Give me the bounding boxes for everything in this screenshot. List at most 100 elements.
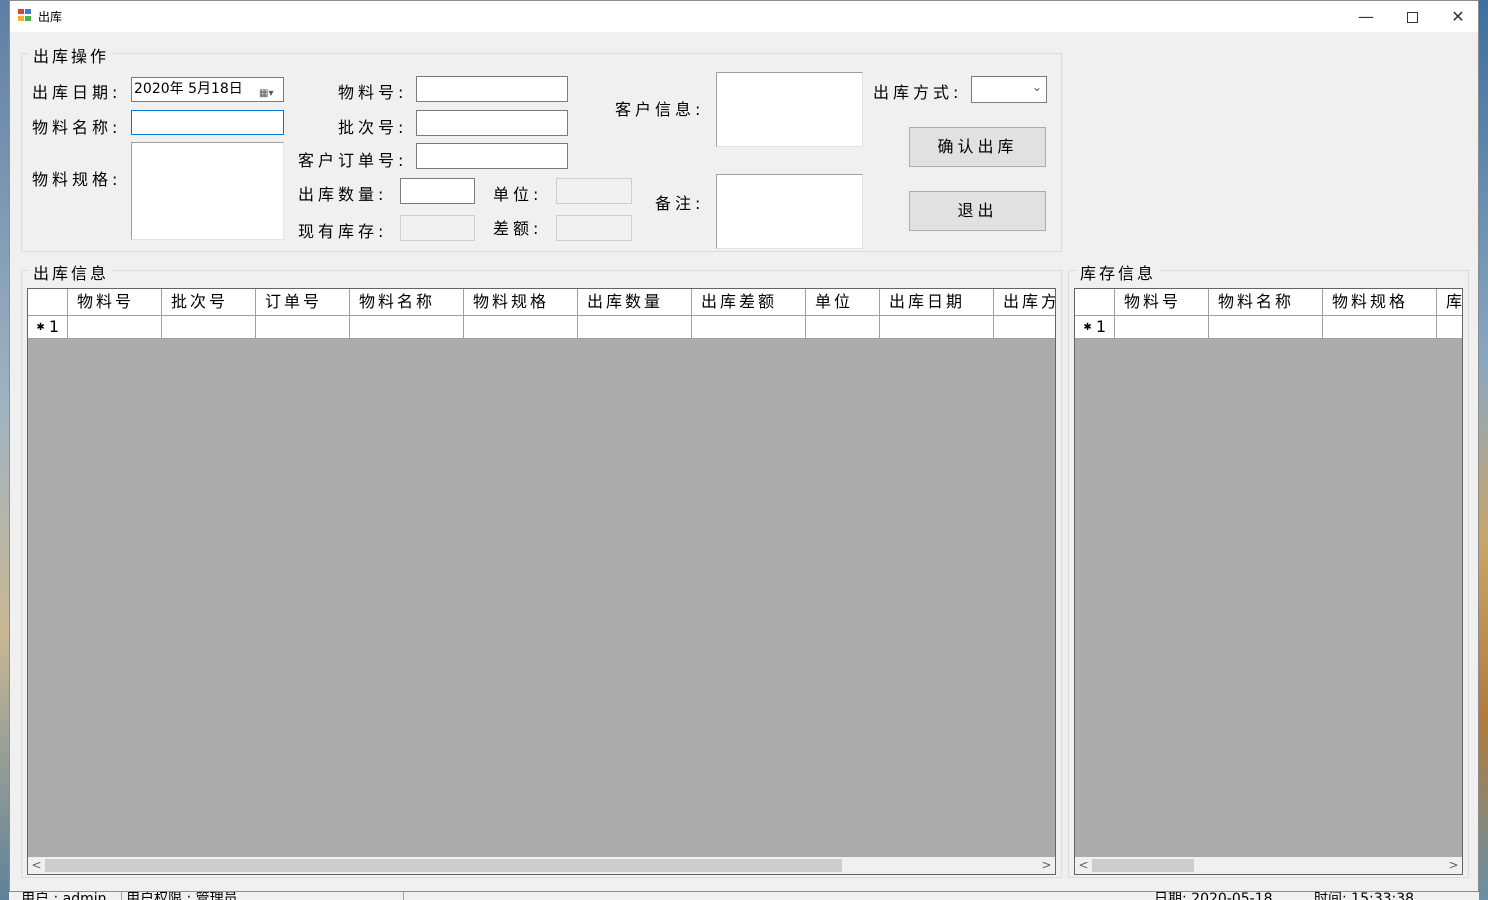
scrollbar-thumb[interactable] — [45, 859, 842, 872]
table-cell[interactable] — [880, 316, 994, 339]
column-header[interactable]: 物料规格 — [464, 289, 578, 316]
table-cell[interactable] — [578, 316, 692, 339]
close-icon: ✕ — [1451, 7, 1465, 26]
batch-no-label: 批次号: — [338, 118, 408, 137]
outbound-info-grid[interactable]: 物料号 批次号 订单号 物料名称 物料规格 出库数量 出库差额 单位 出库日期 … — [27, 288, 1056, 875]
column-header[interactable]: 物料号 — [68, 289, 162, 316]
stock-label: 现有库存: — [298, 222, 388, 241]
column-header[interactable]: 库 — [1437, 289, 1462, 316]
material-no-input[interactable] — [416, 76, 568, 102]
table-cell[interactable] — [1437, 316, 1462, 339]
table-cell[interactable] — [464, 316, 578, 339]
method-select[interactable]: ⌄ — [971, 76, 1047, 103]
quantity-input[interactable] — [400, 178, 475, 204]
table-cell[interactable] — [1115, 316, 1209, 339]
column-header[interactable]: 物料号 — [1115, 289, 1209, 316]
column-header[interactable]: 批次号 — [162, 289, 256, 316]
column-header[interactable]: 订单号 — [256, 289, 350, 316]
window-title: 出库 — [38, 10, 63, 24]
app-icon — [18, 9, 32, 22]
outbound-operation-title: 出库操作 — [29, 43, 114, 67]
table-cell[interactable] — [692, 316, 806, 339]
stock-input — [400, 215, 475, 241]
new-row[interactable]: ✱ 1 — [28, 316, 1055, 339]
close-button[interactable]: ✕ — [1435, 1, 1481, 32]
table-cell[interactable] — [350, 316, 464, 339]
scroll-right-icon[interactable]: > — [1445, 857, 1462, 874]
column-header[interactable]: 出库差额 — [692, 289, 806, 316]
table-cell[interactable] — [1209, 316, 1323, 339]
new-row-star-icon: ✱ — [1083, 322, 1092, 333]
customer-order-input[interactable] — [416, 143, 568, 169]
date-picker[interactable]: 2020年 5月18日 ▦▾ — [131, 77, 284, 102]
customer-info-label: 客户信息: — [615, 100, 705, 119]
remark-label: 备注: — [655, 194, 705, 213]
column-header[interactable]: 出库日期 — [880, 289, 994, 316]
customer-order-label: 客户订单号: — [298, 151, 408, 170]
grid-corner[interactable] — [1075, 289, 1115, 316]
diff-label: 差额: — [493, 219, 543, 238]
material-spec-textarea[interactable] — [131, 142, 284, 240]
table-cell[interactable] — [162, 316, 256, 339]
status-divider — [403, 892, 404, 900]
scrollbar-thumb[interactable] — [1092, 859, 1194, 872]
desktop-background-left — [0, 0, 9, 900]
batch-no-input[interactable] — [416, 110, 568, 136]
status-user: 用户 : admin — [21, 892, 107, 900]
column-header[interactable]: 物料名称 — [350, 289, 464, 316]
grid-corner[interactable] — [28, 289, 68, 316]
date-label: 出库日期: — [32, 83, 122, 102]
column-header[interactable]: 物料名称 — [1209, 289, 1323, 316]
table-cell[interactable] — [68, 316, 162, 339]
status-time: 时间: 15:33:38 — [1314, 892, 1415, 900]
calendar-dropdown-icon[interactable]: ▦▾ — [259, 83, 279, 99]
scroll-left-icon[interactable]: < — [1075, 857, 1092, 874]
stock-info-title: 库存信息 — [1076, 260, 1161, 284]
minimize-button[interactable]: — — [1343, 1, 1389, 32]
stock-info-grid[interactable]: 物料号 物料名称 物料规格 库 ✱1 < > — [1074, 288, 1463, 875]
table-cell[interactable] — [1323, 316, 1437, 339]
outbound-window: 出库 — ✕ 出库操作 出库日期: 2020年 5月18日 ▦▾ 物料名称: 物… — [9, 0, 1479, 892]
table-cell[interactable] — [994, 316, 1055, 339]
material-name-input[interactable] — [131, 110, 284, 135]
chevron-down-icon: ⌄ — [1031, 80, 1042, 94]
row-header[interactable]: ✱ 1 — [28, 316, 68, 339]
status-date: 日期: 2020-05-18 — [1154, 892, 1273, 900]
outbound-info-title: 出库信息 — [29, 260, 114, 284]
status-divider — [121, 892, 122, 900]
column-header[interactable]: 物料规格 — [1323, 289, 1437, 316]
diff-input — [556, 215, 632, 241]
material-spec-label: 物料规格: — [32, 170, 122, 189]
row-header[interactable]: ✱ 1 — [1075, 316, 1115, 339]
remark-textarea[interactable] — [716, 174, 863, 249]
status-bar: 用户 : admin 用户权限 : 管理员 日期: 2020-05-18 时间:… — [9, 892, 1479, 900]
outbound-grid-header: 物料号 批次号 订单号 物料名称 物料规格 出库数量 出库差额 单位 出库日期 … — [28, 289, 1055, 316]
column-header[interactable]: 出库数量 — [578, 289, 692, 316]
horizontal-scrollbar[interactable]: < > — [1075, 857, 1462, 874]
horizontal-scrollbar[interactable]: < > — [28, 857, 1055, 874]
customer-info-textarea[interactable] — [716, 72, 863, 147]
unit-input — [556, 178, 632, 204]
table-cell[interactable] — [806, 316, 880, 339]
scroll-right-icon[interactable]: > — [1038, 857, 1055, 874]
minimize-icon: — — [1358, 7, 1374, 26]
desktop-background-right — [1479, 0, 1488, 900]
column-header[interactable]: 出库方 — [994, 289, 1055, 316]
method-label: 出库方式: — [873, 83, 963, 102]
maximize-button[interactable] — [1389, 1, 1435, 32]
quantity-label: 出库数量: — [298, 185, 388, 204]
new-row[interactable]: ✱ 1 — [1075, 316, 1462, 339]
maximize-icon — [1406, 12, 1418, 23]
date-value: 2020年 5月18日 — [134, 81, 243, 97]
material-name-label: 物料名称: — [32, 118, 122, 137]
scroll-left-icon[interactable]: < — [28, 857, 45, 874]
unit-label: 单位: — [493, 185, 543, 204]
new-row-star-icon: ✱ — [36, 322, 45, 333]
title-bar[interactable]: 出库 — ✕ — [10, 1, 1478, 32]
status-permission: 用户权限 : 管理员 — [126, 892, 238, 900]
exit-button[interactable]: 退出 — [909, 191, 1046, 231]
material-no-label: 物料号: — [338, 83, 408, 102]
column-header[interactable]: 单位 — [806, 289, 880, 316]
table-cell[interactable] — [256, 316, 350, 339]
confirm-outbound-button[interactable]: 确认出库 — [909, 127, 1046, 167]
